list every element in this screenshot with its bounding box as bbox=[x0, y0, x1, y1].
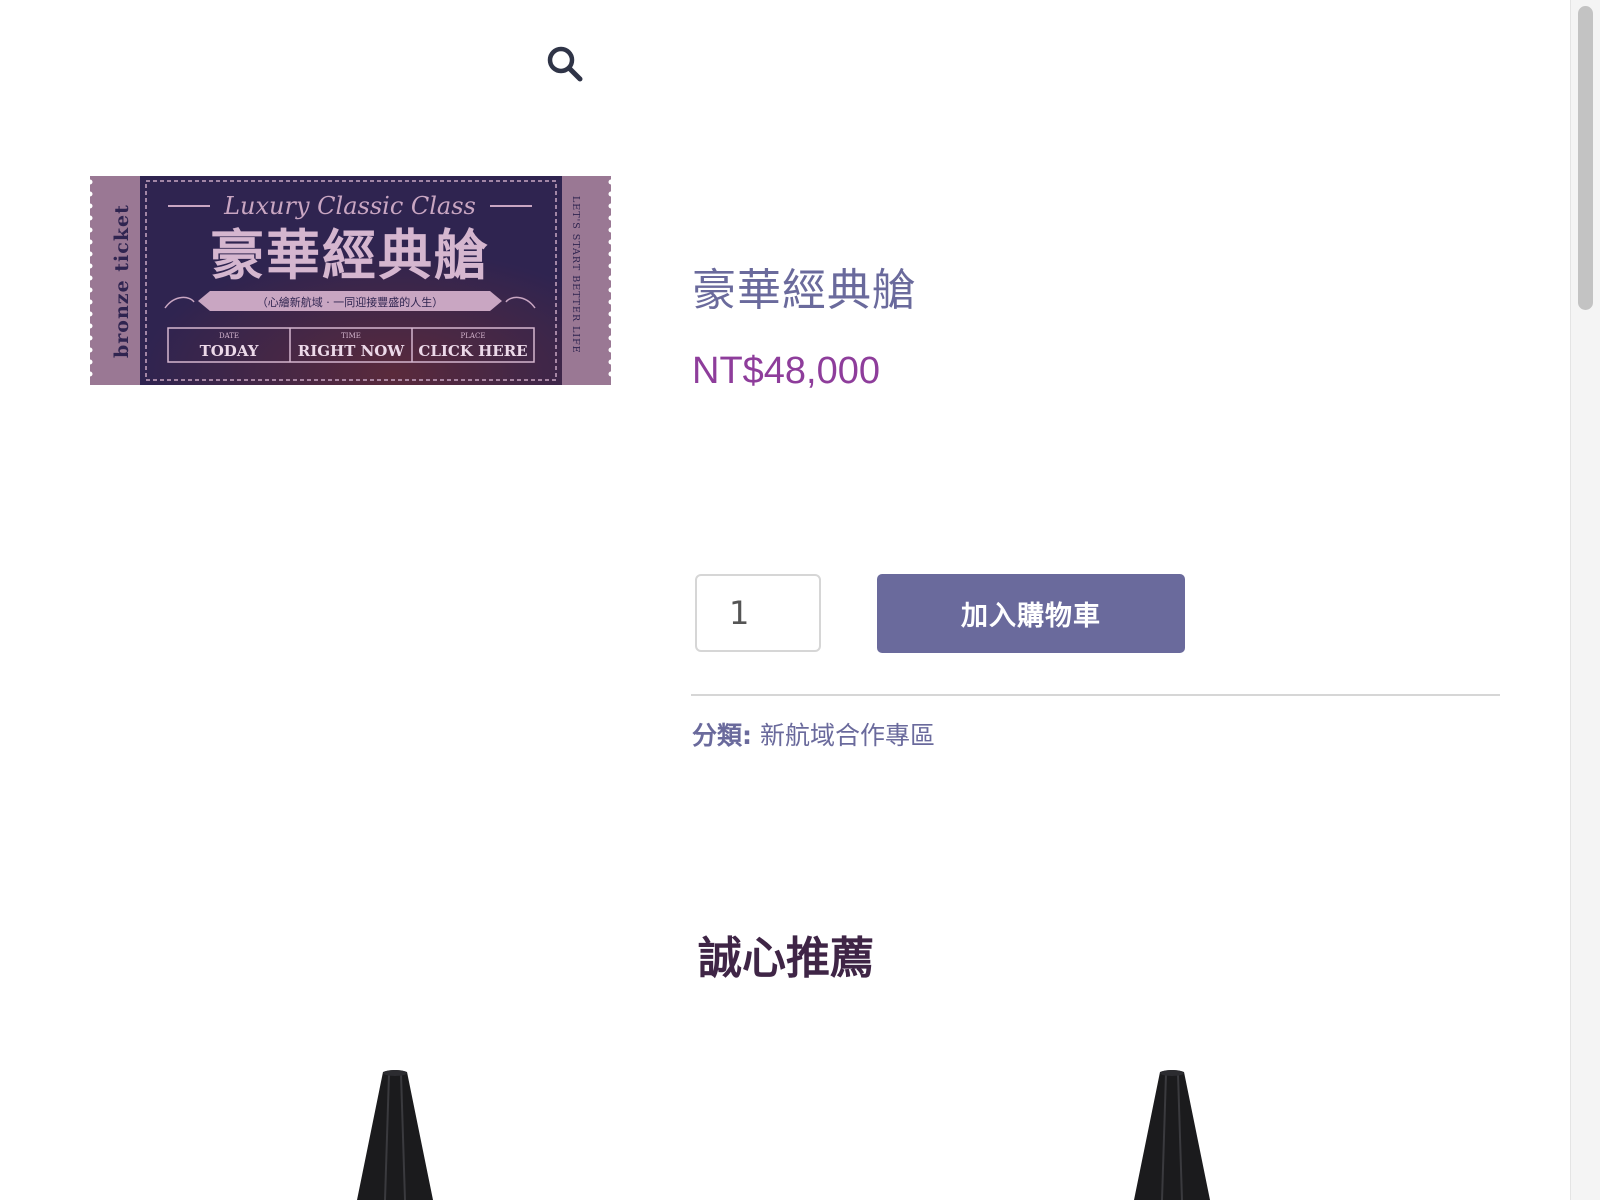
category-label: 分類: bbox=[692, 721, 752, 750]
product-image[interactable]: bronze ticket LET'S START BETTER LIFE Lu… bbox=[87, 176, 614, 385]
category-link[interactable]: 新航域合作專區 bbox=[760, 721, 935, 750]
ticket-cell-date-label: DATE bbox=[219, 332, 239, 340]
search-icon[interactable] bbox=[545, 44, 585, 84]
ticket-title-zh: 豪華經典艙 bbox=[210, 223, 490, 287]
product-price: NT$48,000 bbox=[692, 350, 881, 392]
ticket-cell-time-label: TIME bbox=[341, 332, 361, 340]
quantity-input[interactable] bbox=[695, 574, 821, 652]
ticket-cell-time-value: RIGHT NOW bbox=[298, 342, 406, 360]
product-category: 分類: 新航域合作專區 bbox=[692, 716, 935, 752]
related-products-heading: 誠心推薦 bbox=[698, 933, 874, 984]
ticket-cell-place-value: CLICK HERE bbox=[418, 342, 527, 360]
ticket-subtitle: （心繪新航域 · 一同迎接豐盛的人生） bbox=[257, 295, 444, 309]
ticket-cell-date-value: TODAY bbox=[200, 342, 259, 360]
add-to-cart-button[interactable]: 加入購物車 bbox=[877, 574, 1185, 653]
product-title: 豪華經典艙 bbox=[692, 265, 917, 316]
scrollbar-thumb[interactable] bbox=[1578, 6, 1593, 310]
ticket-script-title: Luxury Classic Class bbox=[223, 192, 476, 220]
divider bbox=[691, 694, 1500, 696]
ticket-cell-place-label: PLACE bbox=[461, 332, 486, 340]
related-product-image[interactable] bbox=[1122, 1068, 1222, 1201]
ticket-side-left: bronze ticket bbox=[111, 204, 133, 358]
related-product-image[interactable] bbox=[345, 1068, 445, 1201]
ticket-side-right: LET'S START BETTER LIFE bbox=[570, 196, 581, 354]
